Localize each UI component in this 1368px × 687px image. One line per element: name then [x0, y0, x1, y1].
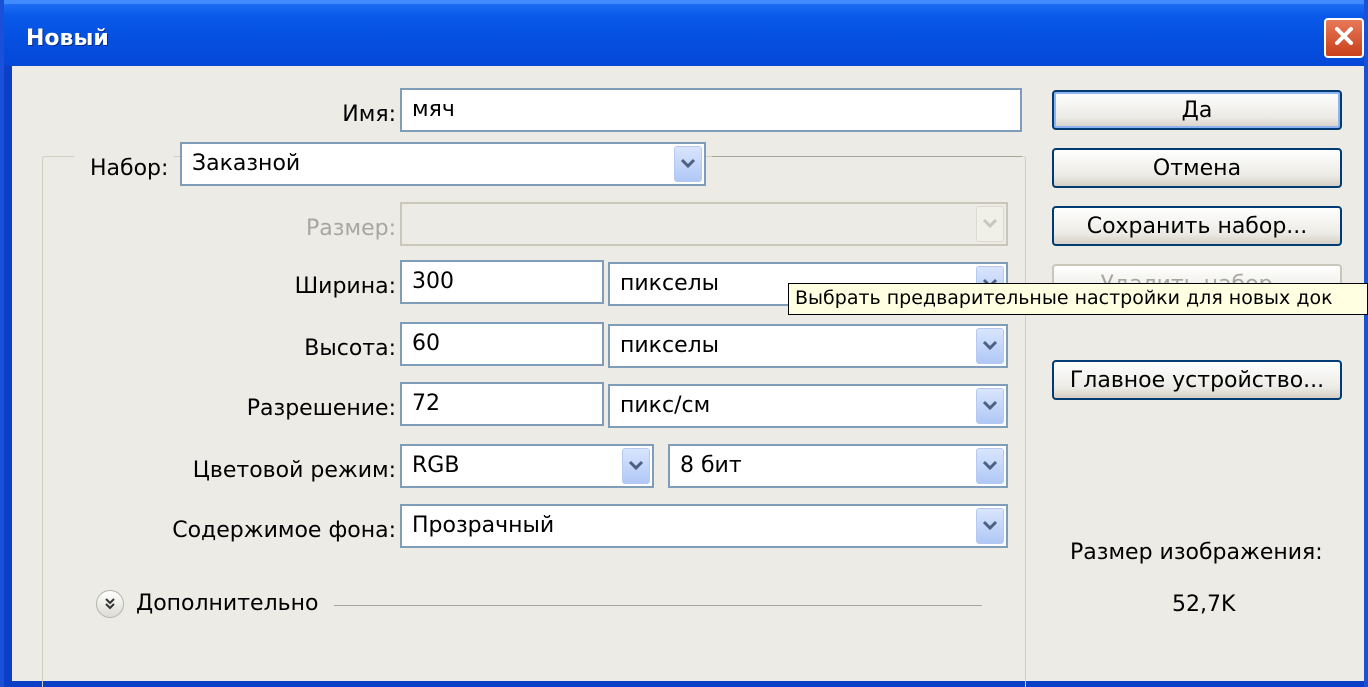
advanced-separator	[334, 605, 982, 606]
height-input[interactable]: 60	[400, 322, 604, 366]
preset-select[interactable]: Заказной	[180, 142, 706, 186]
height-label: Высота:	[304, 336, 396, 361]
color-mode-label: Цветовой режим:	[192, 458, 396, 483]
save-preset-button[interactable]: Сохранить набор...	[1052, 206, 1342, 246]
color-mode-value: RGB	[412, 453, 460, 478]
chevron-down-icon	[976, 206, 1004, 242]
background-value: Прозрачный	[412, 513, 555, 538]
resolution-unit-value: пикс/см	[620, 393, 711, 418]
preset-value: Заказной	[192, 151, 301, 176]
resolution-input[interactable]: 72	[400, 382, 604, 426]
close-icon	[1332, 24, 1356, 52]
title-bar[interactable]: Новый	[4, 0, 1364, 66]
preset-label: Набор:	[74, 156, 175, 181]
size-select[interactable]	[400, 202, 1008, 246]
background-label: Содержимое фона:	[172, 518, 396, 543]
name-input[interactable]: мяч	[400, 88, 1022, 132]
color-mode-select[interactable]: RGB	[400, 444, 654, 488]
size-label: Размер:	[306, 216, 396, 241]
image-size-label: Размер изображения:	[1070, 540, 1323, 565]
chevron-down-icon[interactable]	[976, 448, 1004, 484]
bit-depth-value: 8 бит	[680, 453, 742, 478]
device-central-button[interactable]: Главное устройство...	[1052, 360, 1342, 400]
height-unit-select[interactable]: пикселы	[608, 324, 1008, 368]
chevron-down-icon[interactable]	[674, 146, 702, 182]
dialog-window: Новый Имя: мяч Набор: Заказной Размер: Ш…	[0, 0, 1368, 687]
chevron-down-icon[interactable]	[622, 448, 650, 484]
groupbox-top-line	[712, 156, 1022, 157]
advanced-label[interactable]: Дополнительно	[136, 591, 318, 616]
background-select[interactable]: Прозрачный	[400, 504, 1008, 548]
window-title: Новый	[26, 26, 109, 51]
preset-tooltip: Выбрать предварительные настройки для но…	[788, 283, 1368, 315]
width-unit-value: пикселы	[620, 271, 720, 296]
bit-depth-select[interactable]: 8 бит	[668, 444, 1008, 488]
height-unit-value: пикселы	[620, 333, 720, 358]
name-label: Имя:	[342, 102, 396, 127]
chevron-down-icon[interactable]	[976, 508, 1004, 544]
double-chevron-down-icon[interactable]	[96, 590, 124, 618]
resolution-label: Разрешение:	[246, 396, 396, 421]
width-label: Ширина:	[294, 274, 396, 299]
chevron-down-icon[interactable]	[976, 328, 1004, 364]
width-input[interactable]: 300	[400, 260, 604, 304]
dialog-body: Имя: мяч Набор: Заказной Размер: Ширина:…	[12, 66, 1364, 687]
image-size-value: 52,7K	[1172, 592, 1236, 617]
resolution-unit-select[interactable]: пикс/см	[608, 384, 1008, 428]
chevron-down-icon[interactable]	[976, 388, 1004, 424]
close-button[interactable]	[1324, 18, 1364, 58]
ok-button[interactable]: Да	[1052, 90, 1342, 130]
cancel-button[interactable]: Отмена	[1052, 148, 1342, 188]
